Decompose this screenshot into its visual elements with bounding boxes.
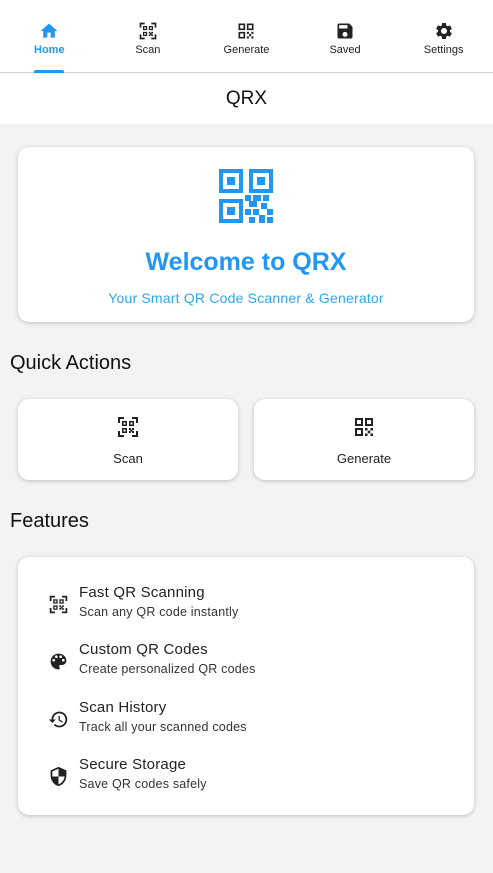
quick-action-generate-button[interactable]: Generate (254, 399, 474, 480)
tab-generate[interactable]: Generate (197, 0, 296, 73)
tab-settings[interactable]: Settings (394, 0, 493, 73)
tab-scan[interactable]: Scan (99, 0, 198, 73)
qr-scan-icon (116, 415, 140, 439)
feature-subtitle: Create personalized QR codes (79, 662, 256, 676)
app-header: QRX (0, 74, 493, 124)
active-tab-indicator (34, 70, 65, 73)
qr-code-icon (352, 415, 376, 439)
qr-scan-icon (138, 21, 158, 41)
tab-saved-label: Saved (329, 44, 361, 56)
history-icon (47, 708, 69, 730)
feature-title: Custom QR Codes (79, 641, 208, 658)
page-title: QRX (225, 88, 268, 109)
quick-action-scan-button[interactable]: Scan (18, 399, 238, 480)
feature-item: Secure Storage Save QR codes safely (18, 756, 474, 796)
feature-title: Secure Storage (79, 756, 187, 773)
feature-subtitle: Save QR codes safely (79, 777, 207, 791)
tab-scan-label: Scan (135, 44, 161, 56)
tab-settings-label: Settings (423, 44, 464, 56)
feature-subtitle: Scan any QR code instantly (79, 605, 239, 619)
feature-item: Scan History Track all your scanned code… (18, 699, 474, 739)
features-card: Fast QR Scanning Scan any QR code instan… (18, 557, 474, 815)
quick-action-generate-label: Generate (336, 451, 392, 466)
shield-icon (47, 765, 69, 787)
gear-icon (434, 21, 454, 41)
save-icon (335, 21, 355, 41)
feature-title: Fast QR Scanning (79, 584, 205, 601)
tab-bar: Home Scan Generate Saved Settings (0, 0, 493, 73)
home-icon (39, 21, 59, 41)
tab-saved[interactable]: Saved (296, 0, 395, 73)
tab-home-label: Home (34, 44, 65, 56)
feature-title: Scan History (79, 699, 167, 716)
feature-subtitle: Track all your scanned codes (79, 720, 247, 734)
qr-code-icon (236, 21, 256, 41)
welcome-subtitle: Your Smart QR Code Scanner & Generator (108, 290, 384, 306)
qr-code-icon (219, 169, 273, 228)
tab-home[interactable]: Home (0, 0, 99, 73)
feature-item: Fast QR Scanning Scan any QR code instan… (18, 584, 474, 624)
quick-action-scan-label: Scan (113, 451, 143, 466)
qr-scan-icon (47, 593, 69, 615)
tab-generate-label: Generate (223, 44, 270, 56)
quick-actions-heading: Quick Actions (10, 352, 132, 374)
welcome-card: Welcome to QRX Your Smart QR Code Scanne… (18, 147, 474, 322)
palette-icon (47, 650, 69, 672)
feature-item: Custom QR Codes Create personalized QR c… (18, 641, 474, 681)
features-heading: Features (10, 510, 89, 532)
welcome-title: Welcome to QRX (145, 248, 347, 276)
